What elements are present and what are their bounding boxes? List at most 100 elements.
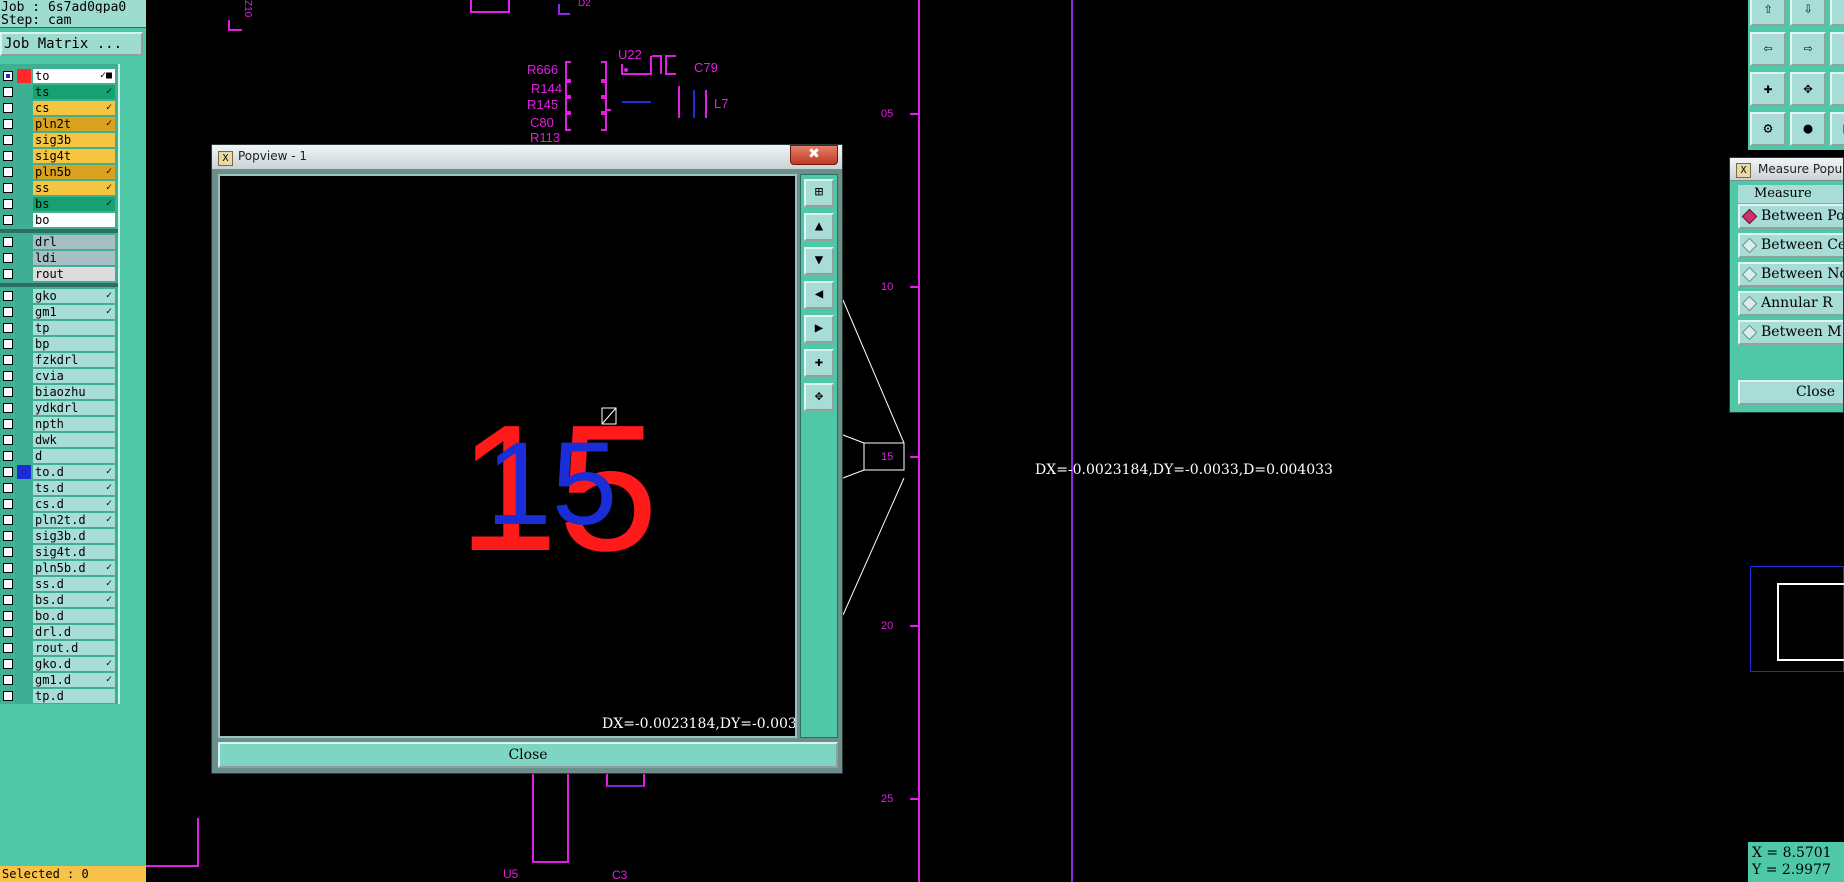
layer-name[interactable]: bo	[33, 213, 115, 227]
layer-checkbox[interactable]	[3, 515, 13, 525]
layer-name[interactable]: d	[33, 449, 115, 463]
layer-name[interactable]: ydkdrl	[33, 401, 115, 415]
layer-row-d[interactable]: d	[0, 448, 118, 464]
layer-checkbox[interactable]	[3, 151, 13, 161]
layer-row-sig3b[interactable]: sig3b	[0, 132, 118, 148]
layer-row-to-d[interactable]: to.d ✓	[0, 464, 118, 480]
layer-name[interactable]: ts.d ✓	[33, 481, 115, 495]
layer-name[interactable]: rout.d	[33, 641, 115, 655]
job-matrix-button[interactable]: Job Matrix ...	[0, 32, 143, 56]
layer-checkbox[interactable]	[3, 307, 13, 317]
layer-checkbox[interactable]	[3, 659, 13, 669]
layer-row-gko-d[interactable]: gko.d ✓	[0, 656, 118, 672]
layer-checkbox[interactable]	[3, 135, 13, 145]
layer-row-gm1-d[interactable]: gm1.d ✓	[0, 672, 118, 688]
layer-checkbox[interactable]	[3, 71, 13, 81]
layer-name[interactable]: bp	[33, 337, 115, 351]
layer-row-pln2t-d[interactable]: pln2t.d ✓	[0, 512, 118, 528]
radio-selected-icon[interactable]	[1741, 208, 1758, 224]
layer-row-bs-d[interactable]: bs.d ✓	[0, 592, 118, 608]
close-icon[interactable]: ✖	[790, 145, 838, 165]
layer-name[interactable]: to ✓■	[33, 69, 115, 83]
layer-name[interactable]: pln2t.d ✓	[33, 513, 115, 527]
layer-name[interactable]: gm1 ✓	[33, 305, 115, 319]
layer-row-ydkdrl[interactable]: ydkdrl	[0, 400, 118, 416]
layer-checkbox[interactable]	[3, 103, 13, 113]
layer-row-sig4t-d[interactable]: sig4t.d	[0, 544, 118, 560]
layer-checkbox[interactable]	[3, 291, 13, 301]
zoom-in-icon[interactable]: ✚	[1750, 72, 1786, 106]
layer-name[interactable]: biaozhu	[33, 385, 115, 399]
radio-icon[interactable]	[1741, 324, 1758, 340]
left-arrow-icon[interactable]: ⇦	[1750, 32, 1786, 66]
layer-checkbox[interactable]	[3, 611, 13, 621]
layer-checkbox[interactable]	[3, 323, 13, 333]
mini-map[interactable]	[1750, 566, 1844, 672]
layer-name[interactable]: cvia	[33, 369, 115, 383]
layer-checkbox[interactable]	[3, 87, 13, 97]
radio-icon[interactable]	[1741, 295, 1758, 311]
layer-checkbox[interactable]	[3, 547, 13, 557]
layer-name[interactable]: to.d ✓	[33, 465, 115, 479]
layer-name[interactable]: sig3b	[33, 133, 115, 147]
layer-checkbox[interactable]	[3, 183, 13, 193]
layer-row-fzkdrl[interactable]: fzkdrl	[0, 352, 118, 368]
down-arrow-icon[interactable]: ⇩	[1790, 0, 1826, 26]
layer-name[interactable]: cs.d ✓	[33, 497, 115, 511]
layer-name[interactable]: sig4t.d	[33, 545, 115, 559]
right-arrow-icon[interactable]: ⇨	[1790, 32, 1826, 66]
layer-checkbox[interactable]	[3, 387, 13, 397]
layer-checkbox[interactable]	[3, 253, 13, 263]
layer-row-rout-d[interactable]: rout.d	[0, 640, 118, 656]
layer-checkbox[interactable]	[3, 419, 13, 429]
layer-row-cvia[interactable]: cvia	[0, 368, 118, 384]
layer-row-rout[interactable]: rout	[0, 266, 118, 282]
layer-checkbox[interactable]	[3, 563, 13, 573]
layer-checkbox[interactable]	[3, 199, 13, 209]
layer-name[interactable]: ss ✓	[33, 181, 115, 195]
measure-option[interactable]: Annular R	[1738, 291, 1843, 316]
layer-name[interactable]: gm1.d ✓	[33, 673, 115, 687]
layer-name[interactable]: ldi	[33, 251, 115, 265]
layer-name[interactable]: dwk	[33, 433, 115, 447]
layer-name[interactable]: bo.d	[33, 609, 115, 623]
layer-row-bs[interactable]: bs ✓	[0, 196, 118, 212]
layer-row-drl-d[interactable]: drl.d	[0, 624, 118, 640]
pan-right-icon[interactable]: ▶	[804, 315, 834, 343]
layer-name[interactable]: bs.d ✓	[33, 593, 115, 607]
radio-icon[interactable]	[1741, 266, 1758, 282]
layer-checkbox[interactable]	[3, 531, 13, 541]
pan-left-icon[interactable]: ◀	[804, 281, 834, 309]
layer-row-npth[interactable]: npth	[0, 416, 118, 432]
popview-titlebar[interactable]: X Popview - 1 ✖	[212, 145, 842, 170]
pan-down-icon[interactable]: ▼	[804, 247, 834, 275]
popview-close-button[interactable]: Close	[218, 742, 838, 768]
zoom-out-icon[interactable]: ✥	[1790, 72, 1826, 106]
layer-row-to[interactable]: to ✓■	[0, 68, 118, 84]
pan-up-icon[interactable]: ▲	[804, 213, 834, 241]
layer-row-bo-d[interactable]: bo.d	[0, 608, 118, 624]
layer-row-drl[interactable]: drl	[0, 234, 118, 250]
layer-checkbox[interactable]	[3, 215, 13, 225]
measure-option[interactable]: Between M	[1738, 320, 1843, 345]
layer-row-pln2t[interactable]: pln2t ✓	[0, 116, 118, 132]
tool-icon[interactable]: ▣	[1830, 112, 1844, 146]
zoom-in-icon[interactable]: ✚	[804, 349, 834, 377]
layer-checkbox[interactable]	[3, 483, 13, 493]
layer-row-tp[interactable]: tp	[0, 320, 118, 336]
layer-row-ss-d[interactable]: ss.d ✓	[0, 576, 118, 592]
layer-name[interactable]: pln5b ✓	[33, 165, 115, 179]
layer-row-cs[interactable]: cs ✓	[0, 100, 118, 116]
layer-name[interactable]: pln2t ✓	[33, 117, 115, 131]
layer-row-bo[interactable]: bo	[0, 212, 118, 228]
tool-icon[interactable]: ⇖	[1830, 0, 1844, 26]
layer-name[interactable]: bs ✓	[33, 197, 115, 211]
layer-row-gm1[interactable]: gm1 ✓	[0, 304, 118, 320]
layer-name[interactable]: ts ✓	[33, 85, 115, 99]
settings-icon[interactable]: ⚙	[1750, 112, 1786, 146]
layer-name[interactable]: tp.d	[33, 689, 115, 703]
layer-row-cs-d[interactable]: cs.d ✓	[0, 496, 118, 512]
layer-row-gko[interactable]: gko ✓	[0, 288, 118, 304]
layer-name[interactable]: cs ✓	[33, 101, 115, 115]
measure-popup-titlebar[interactable]: X Measure Popup	[1730, 158, 1843, 181]
